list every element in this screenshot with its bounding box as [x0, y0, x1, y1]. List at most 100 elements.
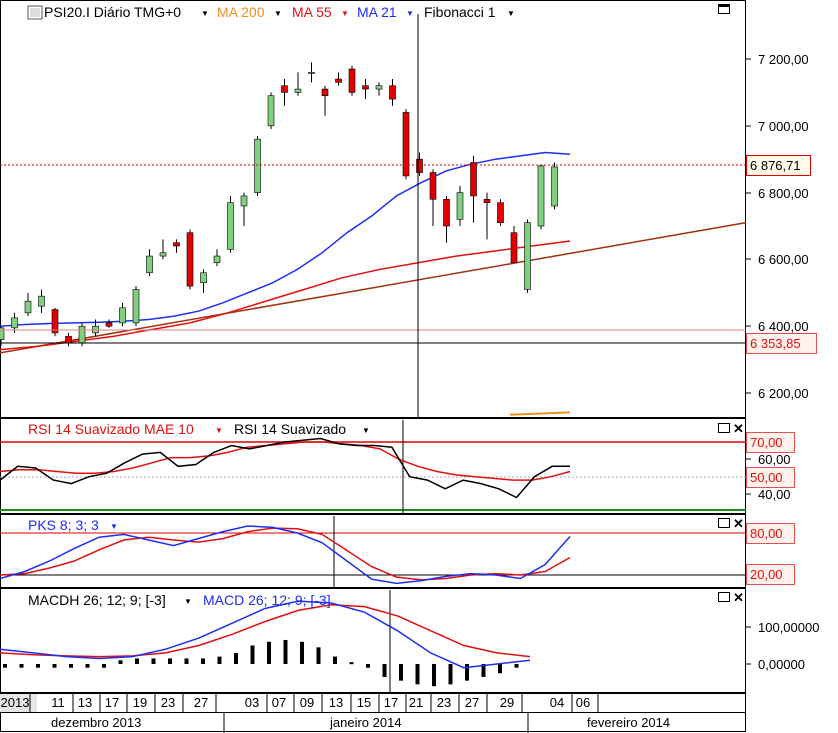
- day-tick-label: 09: [300, 695, 314, 710]
- rsi-tick-60: 60,00: [758, 452, 791, 467]
- candle-body: [11, 317, 18, 329]
- candle-body: [51, 309, 59, 334]
- candle-body: [119, 307, 126, 324]
- candle-body: [348, 68, 356, 93]
- candle-body: [65, 335, 72, 344]
- stock-chart[interactable]: PSI20.I Diário TMG+0 ▼ MA 200 ▼ MA 55 ▼ …: [0, 0, 838, 733]
- macdh-bar: [333, 656, 337, 664]
- macdh-bar: [432, 664, 436, 687]
- price-tick-label: 6 800,00: [758, 186, 809, 201]
- macdh-bar: [52, 664, 57, 668]
- price-tick-label: 7 000,00: [758, 119, 809, 134]
- candle-body: [375, 85, 383, 90]
- candle-body: [456, 192, 464, 220]
- pks-close-icon[interactable]: ✕: [733, 516, 744, 531]
- day-tick-label: 27: [194, 695, 208, 710]
- macdh-bar: [168, 658, 172, 664]
- candle-body: [524, 222, 531, 290]
- candle-body: [497, 202, 504, 223]
- rsi-tick-40: 40,00: [758, 487, 791, 502]
- macdh-bar: [69, 664, 73, 668]
- macdh-bar: [201, 658, 205, 664]
- ma200-dropdown-icon[interactable]: ▼: [274, 9, 282, 18]
- candle-body: [132, 289, 140, 324]
- pks-maximize-icon[interactable]: [718, 518, 730, 528]
- ma55-dropdown-icon[interactable]: ▼: [341, 9, 349, 18]
- day-tick-label: 04: [550, 695, 564, 710]
- macd-maximize-icon[interactable]: [718, 592, 730, 602]
- macdh-bar: [85, 664, 90, 668]
- fibonacci-dropdown-icon[interactable]: ▼: [507, 9, 515, 18]
- macd-tick-0: 0,00000: [758, 657, 805, 672]
- ma55-label[interactable]: MA 55: [292, 4, 332, 20]
- macdh-bar: [102, 664, 106, 668]
- pks-dropdown-icon[interactable]: ▼: [110, 522, 118, 531]
- macdh-bar: [19, 664, 24, 668]
- day-tick-label: 07: [272, 695, 286, 710]
- rsi-smooth-label[interactable]: RSI 14 Suavizado MAE 10: [28, 421, 194, 437]
- macdh-bar: [349, 662, 354, 665]
- macdh-bar: [234, 652, 238, 664]
- pks-badge-80-label: 80,00: [750, 526, 783, 541]
- candle-body: [200, 272, 207, 284]
- macdh-label[interactable]: MACDH 26; 12; 9; [-3]: [28, 592, 166, 608]
- symbol-icon-grid: [30, 8, 40, 17]
- macdh-bar: [498, 664, 502, 674]
- rsi-smooth-dropdown-icon[interactable]: ▼: [215, 426, 223, 435]
- macdh-bar: [514, 664, 519, 668]
- candle-body: [510, 232, 518, 264]
- macdh-dropdown-icon[interactable]: ▼: [184, 597, 192, 606]
- macdh-bar: [316, 647, 321, 664]
- day-tick-label: 21: [409, 695, 423, 710]
- candle-body: [78, 325, 86, 344]
- day-tick-label: 23: [161, 695, 175, 710]
- rsi-dropdown-icon[interactable]: ▼: [362, 426, 370, 435]
- macdh-bar: [217, 656, 222, 664]
- candle-body: [294, 88, 302, 93]
- symbol-dropdown-icon[interactable]: ▼: [201, 9, 209, 18]
- candle-body: [551, 166, 558, 207]
- macdh-bar: [151, 658, 156, 664]
- candle-body: [537, 165, 545, 227]
- rsi-label[interactable]: RSI 14 Suavizado: [234, 421, 346, 437]
- rsi-close-icon[interactable]: ✕: [733, 421, 744, 436]
- day-tick-label: 03: [245, 695, 259, 710]
- candle-body: [240, 195, 248, 207]
- candle-body: [146, 255, 153, 274]
- macd-label[interactable]: MACD 26; 12; 9; [-3]: [203, 592, 331, 608]
- day-tick-label: 06: [576, 695, 590, 710]
- day-tick-label: 17: [384, 695, 398, 710]
- day-tick-label: 27: [465, 695, 479, 710]
- macdh-bar: [250, 645, 255, 664]
- price-tick-label: 6 200,00: [758, 386, 809, 401]
- candle-body: [254, 138, 261, 193]
- macdh-bar: [3, 664, 7, 668]
- macdh-bar: [366, 664, 370, 668]
- macdh-bar: [184, 658, 189, 664]
- candle-body: [24, 300, 32, 314]
- candle-body: [416, 158, 423, 173]
- rsi-badge-70-label: 70,00: [750, 435, 783, 450]
- candle-body: [227, 202, 234, 250]
- day-tick-label: 23: [437, 695, 451, 710]
- day-tick-label: 2013: [1, 695, 30, 710]
- candle-body: [483, 198, 491, 203]
- pks-label[interactable]: PKS 8; 3; 3: [28, 517, 99, 533]
- ma21-label[interactable]: MA 21: [357, 4, 397, 20]
- rsi-maximize-icon[interactable]: [718, 423, 730, 433]
- symbol-label[interactable]: PSI20.I Diário TMG+0: [44, 4, 181, 20]
- macd-close-icon[interactable]: ✕: [733, 590, 744, 605]
- rsi-badge-50-label: 50,00: [750, 470, 783, 485]
- price-tick-label: 7 200,00: [758, 52, 809, 67]
- ma21-dropdown-icon[interactable]: ▼: [406, 9, 414, 18]
- day-tick-label: 13: [78, 695, 92, 710]
- ma200-label[interactable]: MA 200: [217, 4, 265, 20]
- candle-body: [429, 172, 437, 200]
- candle-body: [159, 252, 167, 257]
- month-label: dezembro 2013: [51, 715, 141, 730]
- macdh-bar: [267, 641, 271, 664]
- macdh-bar: [300, 641, 304, 664]
- candle-body: [281, 85, 288, 93]
- fibonacci-label[interactable]: Fibonacci 1: [424, 4, 496, 20]
- candle-body: [443, 198, 450, 227]
